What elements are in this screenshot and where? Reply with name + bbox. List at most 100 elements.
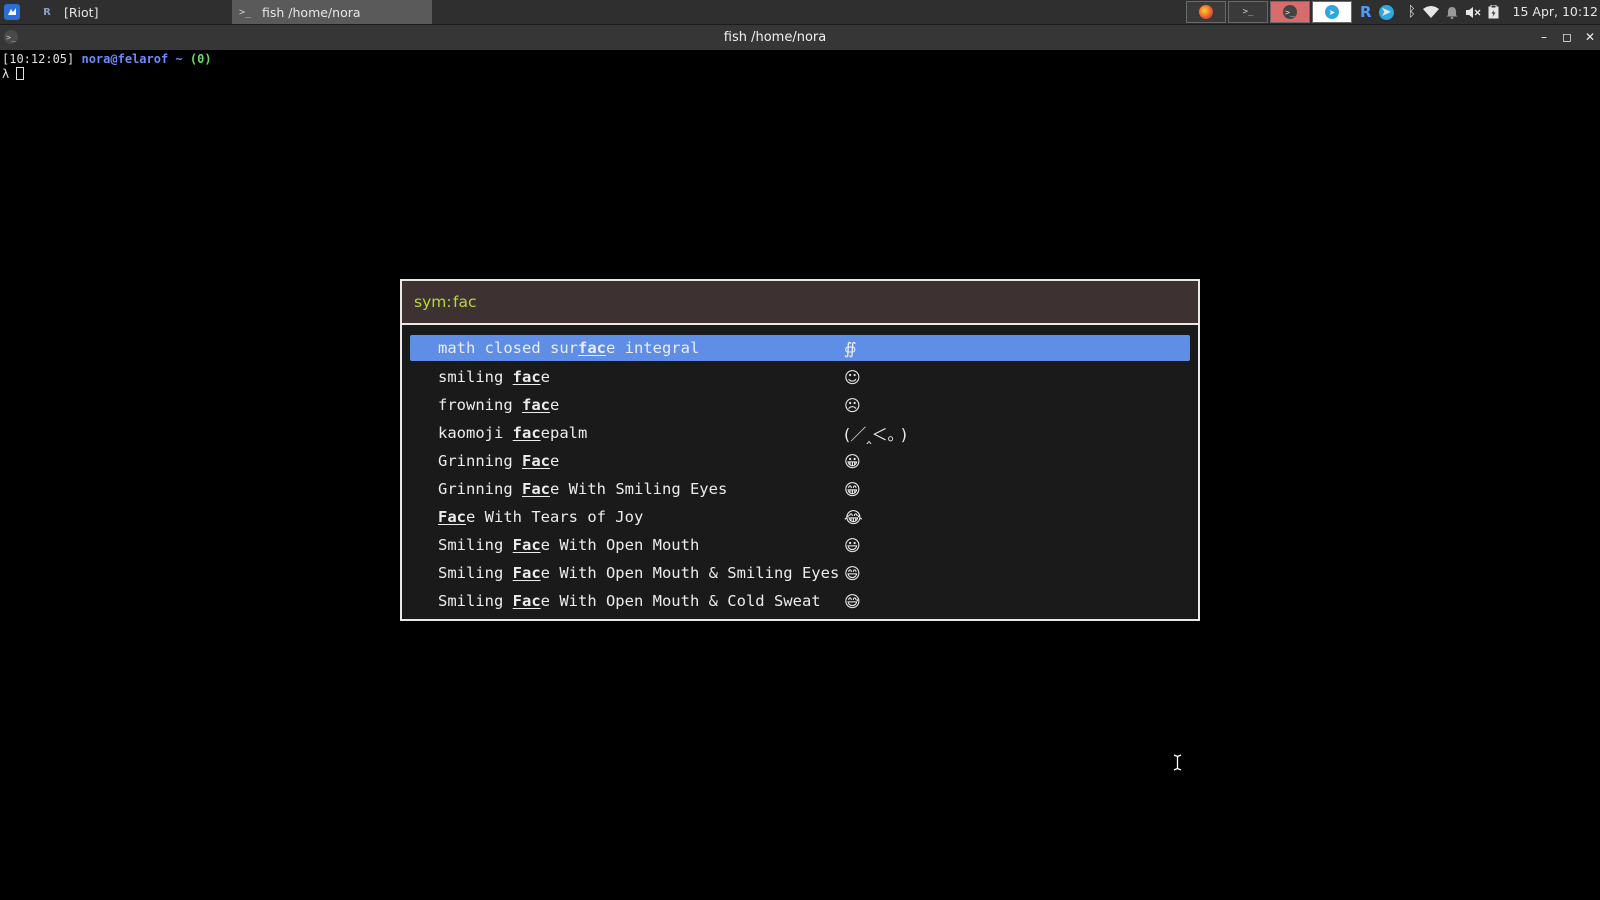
volume-muted-icon[interactable] bbox=[1465, 6, 1481, 19]
result-item[interactable]: Grinning Face With Smiling Eyes 😁 bbox=[410, 475, 1190, 503]
system-tray: R ➤ ᛒ bbox=[1360, 0, 1506, 24]
terminal-output[interactable]: [10:12:05] nora@felarof ~ (0) λ bbox=[2, 52, 212, 82]
tray-app-firefox[interactable] bbox=[1186, 1, 1226, 23]
name-suffix: e With Open Mouth & Smiling Eyes bbox=[540, 564, 840, 582]
name-match: Fac bbox=[522, 480, 550, 498]
name-prefix: Grinning bbox=[438, 452, 522, 470]
terminal-icon: >_ bbox=[1283, 5, 1297, 19]
close-button[interactable]: ✕ bbox=[1580, 25, 1600, 50]
prompt-user: nora@felarof bbox=[81, 52, 169, 66]
task-label: [Riot] bbox=[64, 4, 99, 20]
clock[interactable]: 15 Apr, 10:12 bbox=[1513, 0, 1598, 24]
name-prefix: Smiling bbox=[438, 592, 513, 610]
name-match: fac bbox=[512, 424, 541, 442]
result-item-symbol: ☹ bbox=[844, 395, 861, 415]
prompt-status: (0) bbox=[189, 52, 212, 66]
result-item-name: smiling face bbox=[438, 368, 550, 386]
search-input[interactable]: fac bbox=[453, 293, 476, 311]
text-cursor-icon bbox=[1173, 754, 1182, 771]
result-item-symbol: ∯ bbox=[844, 338, 857, 358]
name-prefix: kaomoji bbox=[438, 424, 513, 442]
app-menu-icon[interactable] bbox=[4, 4, 20, 20]
name-suffix: e With Smiling Eyes bbox=[550, 480, 728, 498]
result-item-name: kaomoji facepalm bbox=[438, 424, 587, 442]
task-label: fish /home/nora bbox=[262, 4, 361, 20]
result-item[interactable]: kaomoji facepalm (／‸＜｡ ) bbox=[410, 419, 1190, 447]
terminal-cursor bbox=[16, 67, 25, 80]
result-item-name: frowning face bbox=[438, 396, 559, 414]
minimize-button[interactable]: – bbox=[1534, 25, 1554, 50]
result-item-selected[interactable]: math closed surface integral ∯ bbox=[410, 335, 1190, 361]
telegram-tray-icon[interactable]: ➤ bbox=[1378, 4, 1401, 20]
result-item[interactable]: Grinning Face 😀 bbox=[410, 447, 1190, 475]
result-item-name: Smiling Face With Open Mouth & Cold Swea… bbox=[438, 592, 821, 610]
wifi-icon[interactable] bbox=[1422, 5, 1439, 19]
name-suffix: e With Tears of Joy bbox=[466, 508, 644, 526]
result-item-symbol: ☺ bbox=[844, 367, 861, 387]
riot-tray-icon[interactable]: R bbox=[1360, 3, 1372, 21]
clipboard-icon[interactable] bbox=[1488, 5, 1499, 19]
search-prompt: sym: bbox=[414, 293, 452, 311]
name-match: Fac bbox=[512, 592, 541, 610]
result-item[interactable]: Smiling Face With Open Mouth & Smiling E… bbox=[410, 559, 1190, 587]
result-item-symbol: (／‸＜｡ ) bbox=[844, 425, 907, 444]
maximize-button[interactable]: ◻ bbox=[1557, 25, 1577, 50]
window-titlebar[interactable]: >_ fish /home/nora – ◻ ✕ bbox=[0, 25, 1600, 50]
bluetooth-icon[interactable]: ᛒ bbox=[1408, 4, 1416, 20]
name-prefix: Grinning bbox=[438, 480, 522, 498]
telegram-icon: ➤ bbox=[1325, 5, 1339, 19]
taskbar-task-fish[interactable]: >_ fish /home/nora bbox=[232, 0, 432, 24]
tray-app-terminal[interactable]: >_ bbox=[1228, 1, 1268, 23]
result-item-symbol: 😀 bbox=[844, 451, 861, 471]
name-match: fac bbox=[512, 368, 541, 386]
prompt-symbol: λ bbox=[2, 67, 10, 81]
result-item-symbol: 😁 bbox=[844, 479, 861, 499]
name-match: fac bbox=[522, 396, 550, 414]
name-match: Fac bbox=[438, 508, 466, 526]
name-prefix: smiling bbox=[438, 368, 513, 386]
prompt-path: ~ bbox=[175, 52, 183, 66]
name-prefix: Smiling bbox=[438, 564, 513, 582]
result-item[interactable]: Smiling Face With Open Mouth & Cold Swea… bbox=[410, 587, 1190, 615]
name-suffix: epalm bbox=[540, 424, 588, 442]
result-item-symbol: 😃 bbox=[844, 535, 861, 555]
name-match: Fac bbox=[512, 536, 541, 554]
result-item[interactable]: Face With Tears of Joy 😂 bbox=[410, 503, 1190, 531]
search-bar[interactable]: sym: fac bbox=[402, 281, 1198, 325]
result-item-name: Grinning Face bbox=[438, 452, 559, 470]
result-list: math closed surface integral ∯ smiling fac… bbox=[410, 335, 1190, 615]
result-item-symbol: 😂 bbox=[844, 507, 863, 527]
tray-app-terminal-active[interactable]: >_ bbox=[1270, 1, 1310, 23]
result-item-name: math closed surface integral bbox=[438, 339, 699, 357]
result-item-name: Face With Tears of Joy bbox=[438, 508, 643, 526]
result-item-symbol: 😄 bbox=[844, 563, 861, 583]
name-suffix: e With Open Mouth & Cold Sweat bbox=[540, 592, 821, 610]
symbol-picker-dialog: sym: fac math closed surface integral ∯ sm… bbox=[400, 279, 1200, 621]
result-item-name: Smiling Face With Open Mouth bbox=[438, 536, 699, 554]
tray-app-telegram[interactable]: ➤ bbox=[1312, 1, 1352, 23]
window-title: fish /home/nora bbox=[723, 30, 827, 45]
firefox-icon bbox=[1199, 5, 1213, 19]
name-match: Fac bbox=[512, 564, 541, 582]
name-prefix: Smiling bbox=[438, 536, 513, 554]
notification-bell-icon[interactable] bbox=[1446, 6, 1458, 19]
name-match: Fac bbox=[522, 452, 550, 470]
result-item[interactable]: frowning face ☹ bbox=[410, 391, 1190, 419]
name-suffix: e integral bbox=[605, 339, 700, 357]
result-item-name: Smiling Face With Open Mouth & Smiling E… bbox=[438, 564, 839, 582]
name-suffix: e bbox=[550, 396, 560, 414]
taskbar: R [Riot] >_ fish /home/nora >_ >_ ➤ R ➤ … bbox=[0, 0, 1600, 25]
name-suffix: e With Open Mouth bbox=[540, 536, 700, 554]
result-item-symbol: 😅 bbox=[844, 591, 861, 611]
taskbar-task-riot[interactable]: R [Riot] bbox=[34, 0, 230, 24]
name-prefix: math closed sur bbox=[438, 339, 578, 357]
name-suffix: e bbox=[540, 368, 550, 386]
prompt-time: [10:12:05] bbox=[2, 52, 75, 66]
riot-icon: R bbox=[43, 6, 51, 18]
result-item[interactable]: Smiling Face With Open Mouth 😃 bbox=[410, 531, 1190, 559]
result-item[interactable]: smiling face ☺ bbox=[410, 363, 1190, 391]
name-suffix: e bbox=[550, 452, 560, 470]
tray-apps: >_ >_ ➤ bbox=[1186, 1, 1354, 23]
name-prefix: frowning bbox=[438, 396, 522, 414]
result-item-name: Grinning Face With Smiling Eyes bbox=[438, 480, 727, 498]
